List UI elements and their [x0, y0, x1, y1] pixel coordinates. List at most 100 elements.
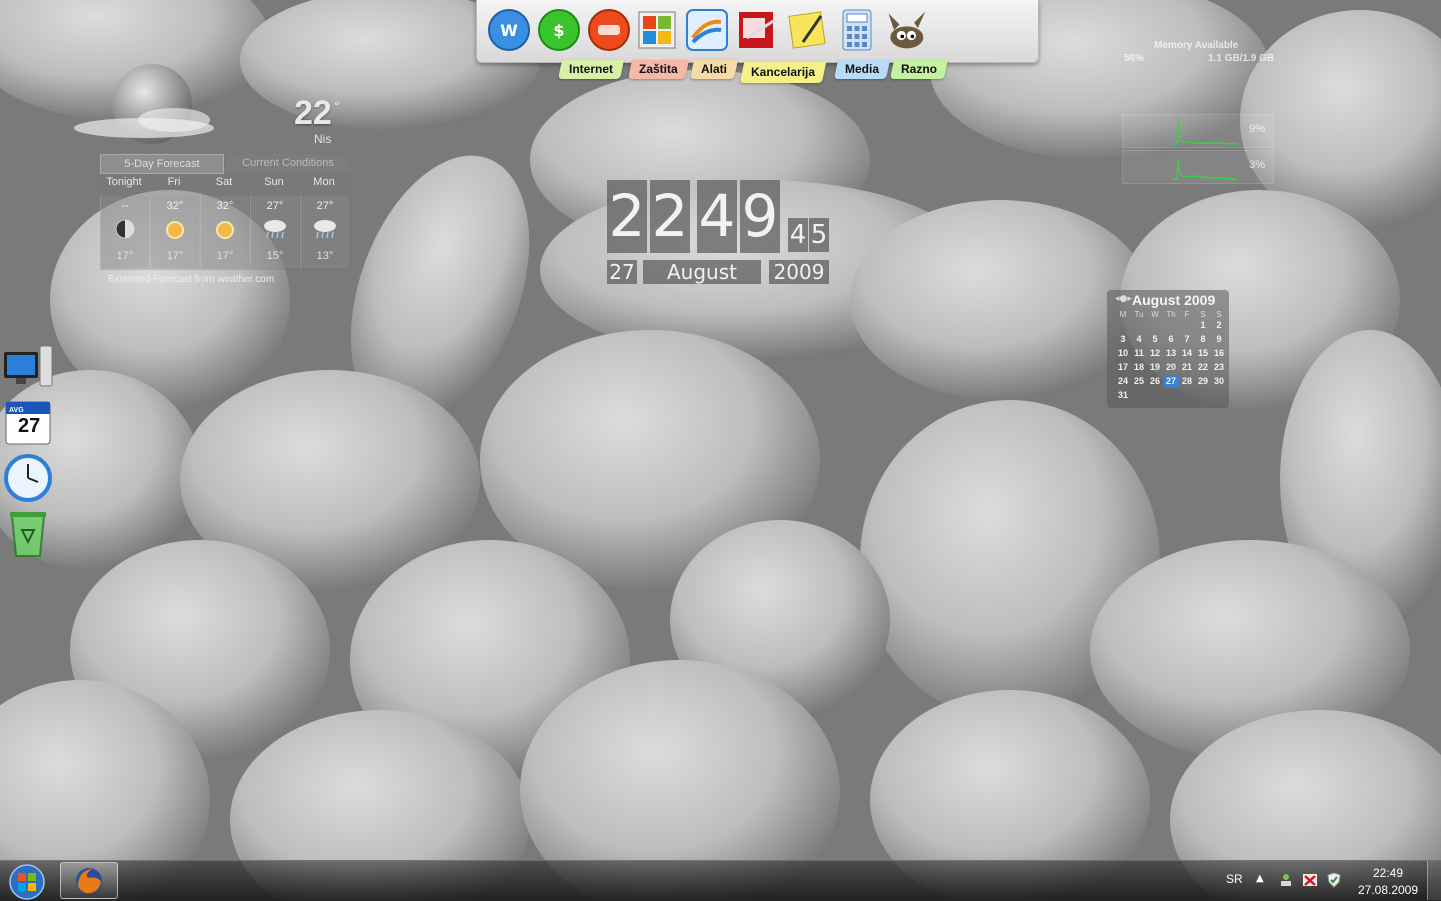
- calendar-day[interactable]: 17: [1115, 361, 1131, 374]
- calendar-day[interactable]: 15: [1195, 347, 1211, 360]
- clock-icon[interactable]: [2, 452, 54, 504]
- minute-digit: 4: [697, 180, 737, 253]
- weather-gadget[interactable]: 22 ° Nis 5-Day Forecast Current Conditio…: [64, 62, 354, 292]
- calendar-day[interactable]: 4: [1131, 333, 1147, 346]
- action-center-icon[interactable]: [1302, 872, 1318, 888]
- calendar-gadget[interactable]: ◂●▸ August 2009 M Tu W Th F S S 1 2 3 4 5 6 7 8 9 10 11 1…: [1107, 290, 1229, 408]
- taskbar-time[interactable]: 22:49: [1360, 866, 1416, 880]
- calendar-day[interactable]: 12: [1147, 347, 1163, 360]
- calendar-day[interactable]: 20: [1163, 361, 1179, 374]
- calendar-day[interactable]: 3: [1115, 333, 1131, 346]
- weather-source-link[interactable]: Extended Forecast from weather.com: [108, 274, 274, 285]
- calendar-icon-day: 27: [18, 415, 41, 437]
- forecast-day: 27° 15°: [250, 196, 299, 268]
- svg-text:W: W: [500, 21, 518, 40]
- computer-icon[interactable]: [2, 342, 54, 394]
- calendar-day[interactable]: 9: [1211, 333, 1227, 346]
- tab-media[interactable]: Media: [833, 60, 891, 79]
- calendar-day[interactable]: 2: [1211, 319, 1227, 332]
- tab-current-conditions[interactable]: Current Conditions: [226, 154, 350, 172]
- forecast-low: 17°: [116, 250, 134, 262]
- calendar-weekday-label: Th: [1166, 310, 1176, 319]
- calendar-day[interactable]: 7: [1179, 333, 1195, 346]
- taskbar: SR ▲ 22:49 27.08.2009: [0, 860, 1441, 901]
- tab-zastita[interactable]: Zaštita: [627, 60, 689, 79]
- clock-day: 27: [607, 260, 637, 284]
- calendar-weekday-label: S: [1216, 310, 1222, 319]
- taskbar-date[interactable]: 27.08.2009: [1352, 883, 1424, 897]
- calendar-weekday-label: S: [1200, 310, 1206, 319]
- office-icon[interactable]: [635, 8, 679, 52]
- notes-icon[interactable]: [785, 8, 829, 52]
- rain-icon: [264, 220, 286, 239]
- calendar-day[interactable]: 30: [1211, 375, 1227, 388]
- calendar-day[interactable]: 14: [1179, 347, 1195, 360]
- calendar-day[interactable]: 26: [1147, 375, 1163, 388]
- language-indicator[interactable]: SR: [1226, 872, 1243, 886]
- calendar-icon[interactable]: AVG 27: [2, 396, 54, 448]
- memory-percent: 56%: [1124, 53, 1145, 64]
- forecast-day-label: Sat: [215, 176, 233, 188]
- calendar-day[interactable]: 6: [1163, 333, 1179, 346]
- calendar-day[interactable]: 8: [1195, 333, 1211, 346]
- tab-razno[interactable]: Razno: [889, 60, 949, 79]
- svg-text:$: $: [553, 21, 564, 40]
- forecast-day: -- 17°: [100, 196, 149, 268]
- calendar-day[interactable]: 19: [1147, 361, 1163, 374]
- calendar-day[interactable]: 25: [1131, 375, 1147, 388]
- cpu-graph-icon: [1173, 120, 1237, 145]
- calendar-weekday-label: W: [1151, 310, 1159, 319]
- forecast-low: 17°: [166, 250, 184, 262]
- calendar-day[interactable]: 10: [1115, 347, 1131, 360]
- forecast-high: 27°: [266, 200, 284, 212]
- memory-label: Memory Available: [1154, 40, 1239, 51]
- calendar-day[interactable]: 5: [1147, 333, 1163, 346]
- cpu-meter[interactable]: 9%: [1122, 114, 1274, 148]
- calculator-icon[interactable]: [835, 8, 879, 52]
- calendar-day[interactable]: 23: [1211, 361, 1227, 374]
- calendar-day[interactable]: 11: [1131, 347, 1147, 360]
- cpu-usage-value: 9%: [1249, 123, 1265, 135]
- network-icon[interactable]: [1278, 872, 1294, 888]
- gimp-icon[interactable]: [883, 8, 927, 52]
- antivirus-shield-icon[interactable]: [1326, 872, 1342, 888]
- pdf-icon[interactable]: [735, 8, 779, 52]
- calendar-day[interactable]: 31: [1115, 389, 1131, 402]
- clock-year: 2009: [769, 260, 829, 284]
- app-dock: W $: [476, 0, 1039, 63]
- forecast-high: 32°: [216, 200, 234, 212]
- calendar-weekday-label: F: [1184, 310, 1190, 319]
- calendar-day[interactable]: 13: [1163, 347, 1179, 360]
- hour-digit: 2: [650, 180, 690, 253]
- forecast-day: 32° 17°: [200, 196, 249, 268]
- calendar-day[interactable]: 21: [1179, 361, 1195, 374]
- clock-month: August: [643, 260, 761, 284]
- calendar-nav[interactable]: ◂●▸: [1115, 294, 1132, 304]
- word-icon[interactable]: W: [487, 8, 531, 52]
- memory-size: 1.1 GB/1.9 GB: [1208, 53, 1275, 64]
- tab-five-day-forecast[interactable]: 5-Day Forecast: [100, 154, 224, 174]
- tab-kancelarija[interactable]: Kancelarija: [739, 62, 827, 83]
- presentation-icon[interactable]: [587, 8, 631, 52]
- chart-app-icon[interactable]: [685, 8, 729, 52]
- calendar-day[interactable]: 22: [1195, 361, 1211, 374]
- spreadsheet-icon[interactable]: $: [537, 8, 581, 52]
- cpu-meter[interactable]: 3%: [1122, 150, 1274, 184]
- tab-internet[interactable]: Internet: [557, 60, 625, 79]
- rain-icon: [314, 220, 336, 239]
- tab-alati[interactable]: Alati: [689, 60, 739, 79]
- calendar-day[interactable]: 28: [1179, 375, 1195, 388]
- calendar-icon-month: AVG: [9, 407, 24, 414]
- forecast-high: 32°: [166, 200, 184, 212]
- calendar-day[interactable]: 1: [1195, 319, 1211, 332]
- calendar-day-today[interactable]: 27: [1163, 375, 1179, 388]
- calendar-day[interactable]: 24: [1115, 375, 1131, 388]
- start-button[interactable]: [7, 863, 47, 901]
- calendar-day[interactable]: 16: [1211, 347, 1227, 360]
- show-desktop-button[interactable]: [1427, 861, 1441, 900]
- recycle-bin-icon[interactable]: [2, 506, 54, 558]
- calendar-day[interactable]: 18: [1131, 361, 1147, 374]
- calendar-day[interactable]: 29: [1195, 375, 1211, 388]
- taskbar-firefox-button[interactable]: [60, 862, 118, 899]
- tray-expand-icon[interactable]: ▲: [1256, 873, 1264, 884]
